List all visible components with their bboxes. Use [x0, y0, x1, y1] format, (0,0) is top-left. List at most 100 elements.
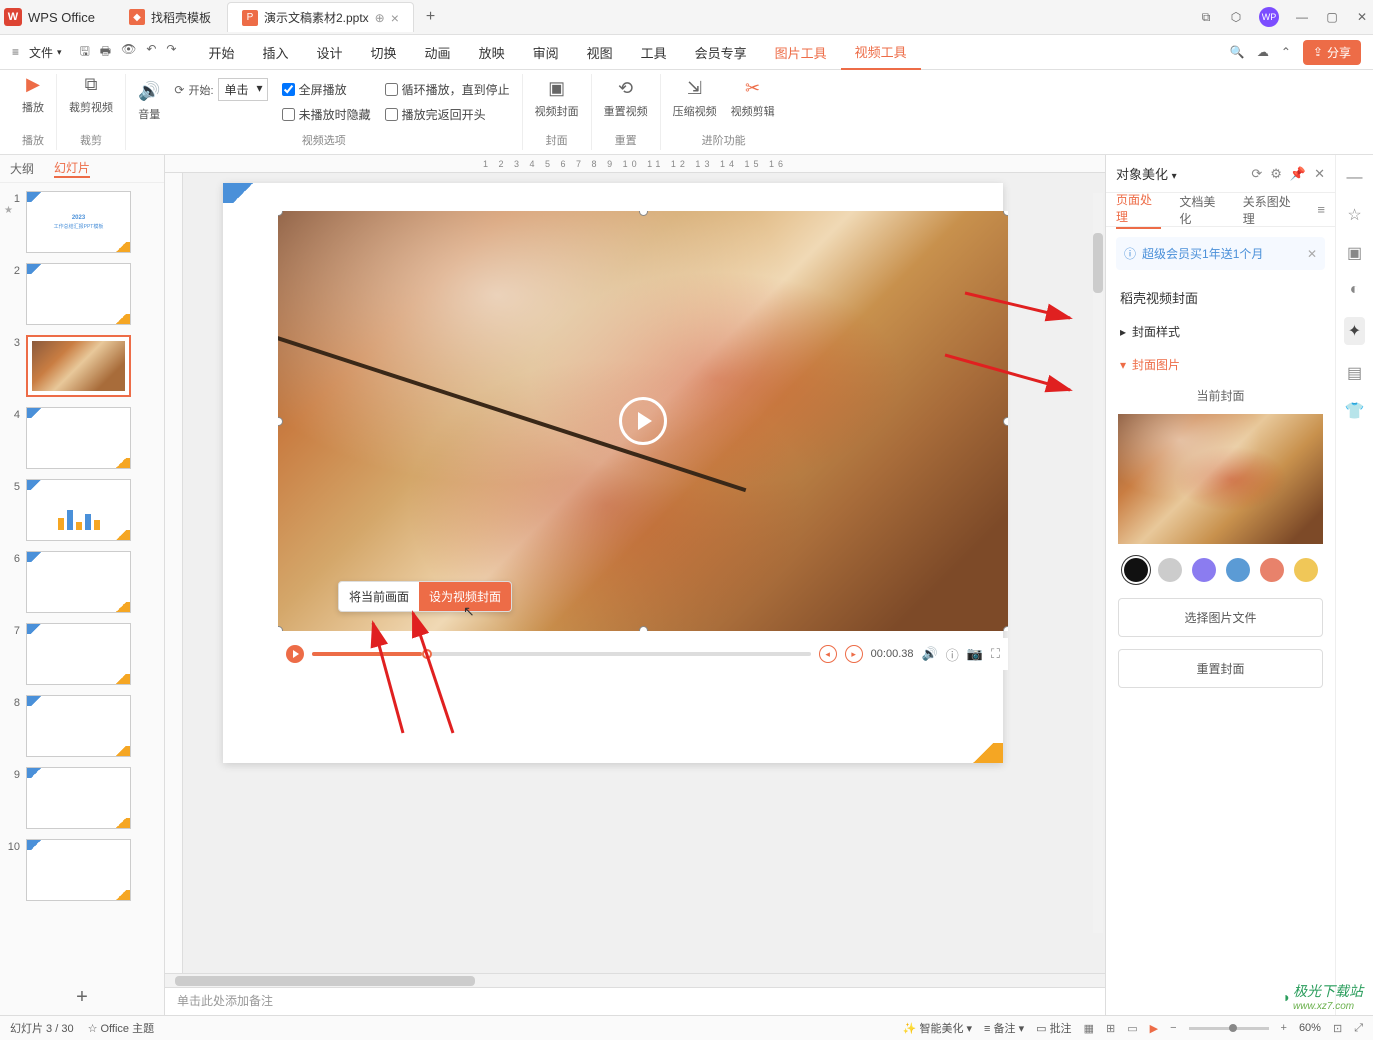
thumb-7[interactable]	[26, 623, 131, 685]
tab-insert[interactable]: 插入	[249, 35, 303, 70]
vc-fullscreen-icon[interactable]: ⛶	[991, 646, 1000, 662]
rail-star-icon[interactable]: ☆	[1347, 205, 1361, 225]
thumb-8[interactable]	[26, 695, 131, 757]
vc-camera-icon[interactable]: 📷	[967, 646, 983, 662]
zoom-in-icon[interactable]: +	[1281, 1022, 1287, 1034]
outline-tab[interactable]: 大纲	[10, 160, 34, 177]
vc-seek-thumb[interactable]	[422, 649, 432, 659]
color-yellow[interactable]	[1294, 558, 1318, 582]
video-object[interactable]	[278, 211, 1008, 631]
tab-templates[interactable]: ◆ 找稻壳模板	[115, 2, 225, 32]
compress-button[interactable]: ⇲ 压缩视频	[673, 78, 717, 119]
preview-icon[interactable]: 👁	[121, 42, 136, 63]
close-panel-icon[interactable]: ✕	[1314, 166, 1325, 182]
theme-indicator[interactable]: ☆ Office 主题	[88, 1020, 155, 1036]
thumb-9[interactable]	[26, 767, 131, 829]
view-sorter-icon[interactable]: ⊞	[1106, 1022, 1115, 1035]
rail-shape-icon[interactable]: ◐	[1350, 281, 1360, 299]
menu-icon[interactable]: ≡	[12, 45, 19, 59]
tab-close-icon[interactable]: ×	[391, 10, 399, 26]
tab-member[interactable]: 会员专享	[681, 35, 761, 70]
tab-picture-tools[interactable]: 图片工具	[761, 35, 841, 70]
color-purple[interactable]	[1192, 558, 1216, 582]
tab-tools[interactable]: 工具	[627, 35, 681, 70]
smart-beautify-button[interactable]: ✨ 智能美化 ▾	[903, 1020, 972, 1036]
rewind-checkbox[interactable]: 播放完返回开头	[385, 106, 510, 123]
video-cover-button[interactable]: ▣ 视频封面	[535, 78, 579, 119]
crop-video-button[interactable]: ⧉ 裁剪视频	[69, 74, 113, 115]
tab-home[interactable]: 开始	[194, 35, 248, 70]
sp-tab-doc[interactable]: 文档美化	[1179, 193, 1224, 227]
refresh-icon[interactable]: ⟳	[1251, 166, 1262, 182]
resize-handle[interactable]	[278, 211, 283, 216]
vc-play-button[interactable]	[286, 645, 304, 663]
thumb-1[interactable]: 2023工作总结汇报PPT模板	[26, 191, 131, 253]
rail-clothes-icon[interactable]: 👕	[1345, 401, 1365, 421]
slide-stage[interactable]: 将当前画面 设为视频封面 ↖ ◂ ▸ 00:00.38 🔊 ⓘ 📷 ⛶	[183, 173, 1105, 973]
loop-checkbox[interactable]: 循环播放，直到停止	[385, 81, 510, 98]
fullscreen-checkbox[interactable]: 全屏播放	[282, 81, 371, 98]
sp-tab-relation[interactable]: 关系图处理	[1243, 193, 1300, 227]
menu-icon[interactable]: ≡	[1317, 202, 1325, 217]
tab-animation[interactable]: 动画	[411, 35, 465, 70]
tab-video-tools[interactable]: 视频工具	[841, 35, 921, 70]
reset-cover-button[interactable]: 重置封面	[1118, 649, 1323, 688]
color-blue[interactable]	[1226, 558, 1250, 582]
tab-design[interactable]: 设计	[303, 35, 357, 70]
vc-prev-button[interactable]: ◂	[819, 645, 837, 663]
choose-image-button[interactable]: 选择图片文件	[1118, 598, 1323, 637]
resize-handle[interactable]	[639, 211, 648, 216]
cover-style-expand[interactable]: ▸封面样式	[1106, 315, 1335, 348]
thumb-4[interactable]	[26, 407, 131, 469]
color-black[interactable]	[1124, 558, 1148, 582]
save-icon[interactable]: 🖫	[80, 42, 90, 63]
undo-icon[interactable]: ↶	[146, 42, 156, 63]
zoom-level[interactable]: 60%	[1299, 1022, 1321, 1034]
print-icon[interactable]: 🖶	[100, 42, 111, 63]
collapse-ribbon-icon[interactable]: ⌃	[1281, 45, 1291, 59]
redo-icon[interactable]: ↷	[166, 42, 176, 63]
promo-banner[interactable]: ⓘ 超级会员买1年送1个月 ✕	[1116, 237, 1325, 270]
expand-icon[interactable]: ⤢	[1354, 1022, 1363, 1035]
thumb-10[interactable]	[26, 839, 131, 901]
resize-handle[interactable]	[278, 626, 283, 631]
maximize-icon[interactable]: ▢	[1325, 10, 1339, 24]
fit-icon[interactable]: ⊡	[1333, 1022, 1342, 1035]
resize-handle[interactable]	[639, 626, 648, 631]
vc-volume-icon[interactable]: 🔊	[922, 646, 938, 662]
view-normal-icon[interactable]: ▦	[1084, 1022, 1094, 1035]
tab-add-button[interactable]: +	[416, 8, 445, 26]
horizontal-scrollbar[interactable]	[165, 973, 1105, 987]
tab-menu-icon[interactable]: ⊕	[375, 11, 385, 25]
batch-toggle[interactable]: ▭ 批注	[1036, 1020, 1071, 1036]
pin-icon[interactable]: 📌	[1290, 166, 1306, 182]
slides-tab[interactable]: 幻灯片	[54, 159, 90, 178]
slide-thumbnails[interactable]: 1★2023工作总结汇报PPT模板 2 3 4 5 6 7 8 9 10	[0, 183, 164, 980]
search-icon[interactable]: 🔍	[1230, 45, 1245, 59]
add-slide-button[interactable]: +	[0, 980, 164, 1015]
cover-image-expand[interactable]: ▾封面图片	[1106, 348, 1335, 381]
share-button[interactable]: ⇪ 分享	[1303, 40, 1361, 65]
thumb-2[interactable]	[26, 263, 131, 325]
thumb-6[interactable]	[26, 551, 131, 613]
resize-handle[interactable]	[278, 417, 283, 426]
minimize-icon[interactable]: —	[1295, 10, 1309, 24]
color-coral[interactable]	[1260, 558, 1284, 582]
color-gray[interactable]	[1158, 558, 1182, 582]
rail-book-icon[interactable]: ▤	[1347, 363, 1362, 383]
tab-transition[interactable]: 切换	[357, 35, 411, 70]
slide-canvas[interactable]: 将当前画面 设为视频封面 ↖ ◂ ▸ 00:00.38 🔊 ⓘ 📷 ⛶	[223, 183, 1003, 763]
rail-template-icon[interactable]: ▣	[1347, 243, 1362, 263]
tab-document[interactable]: P 演示文稿素材2.pptx ⊕ ×	[227, 2, 414, 32]
tab-review[interactable]: 审阅	[519, 35, 573, 70]
tab-view[interactable]: 视图	[573, 35, 627, 70]
play-button[interactable]: ▶ 播放	[22, 74, 44, 115]
notes-pane[interactable]: 单击此处添加备注	[165, 987, 1105, 1015]
vertical-scrollbar[interactable]	[1093, 193, 1103, 933]
resize-handle[interactable]	[1003, 626, 1008, 631]
gear-icon[interactable]: ⚙	[1270, 166, 1282, 182]
notes-toggle[interactable]: ≡ 备注 ▾	[984, 1020, 1024, 1036]
thumb-5[interactable]	[26, 479, 131, 541]
vc-info-icon[interactable]: ⓘ	[946, 645, 959, 664]
rail-minus-icon[interactable]: —	[1347, 169, 1363, 187]
